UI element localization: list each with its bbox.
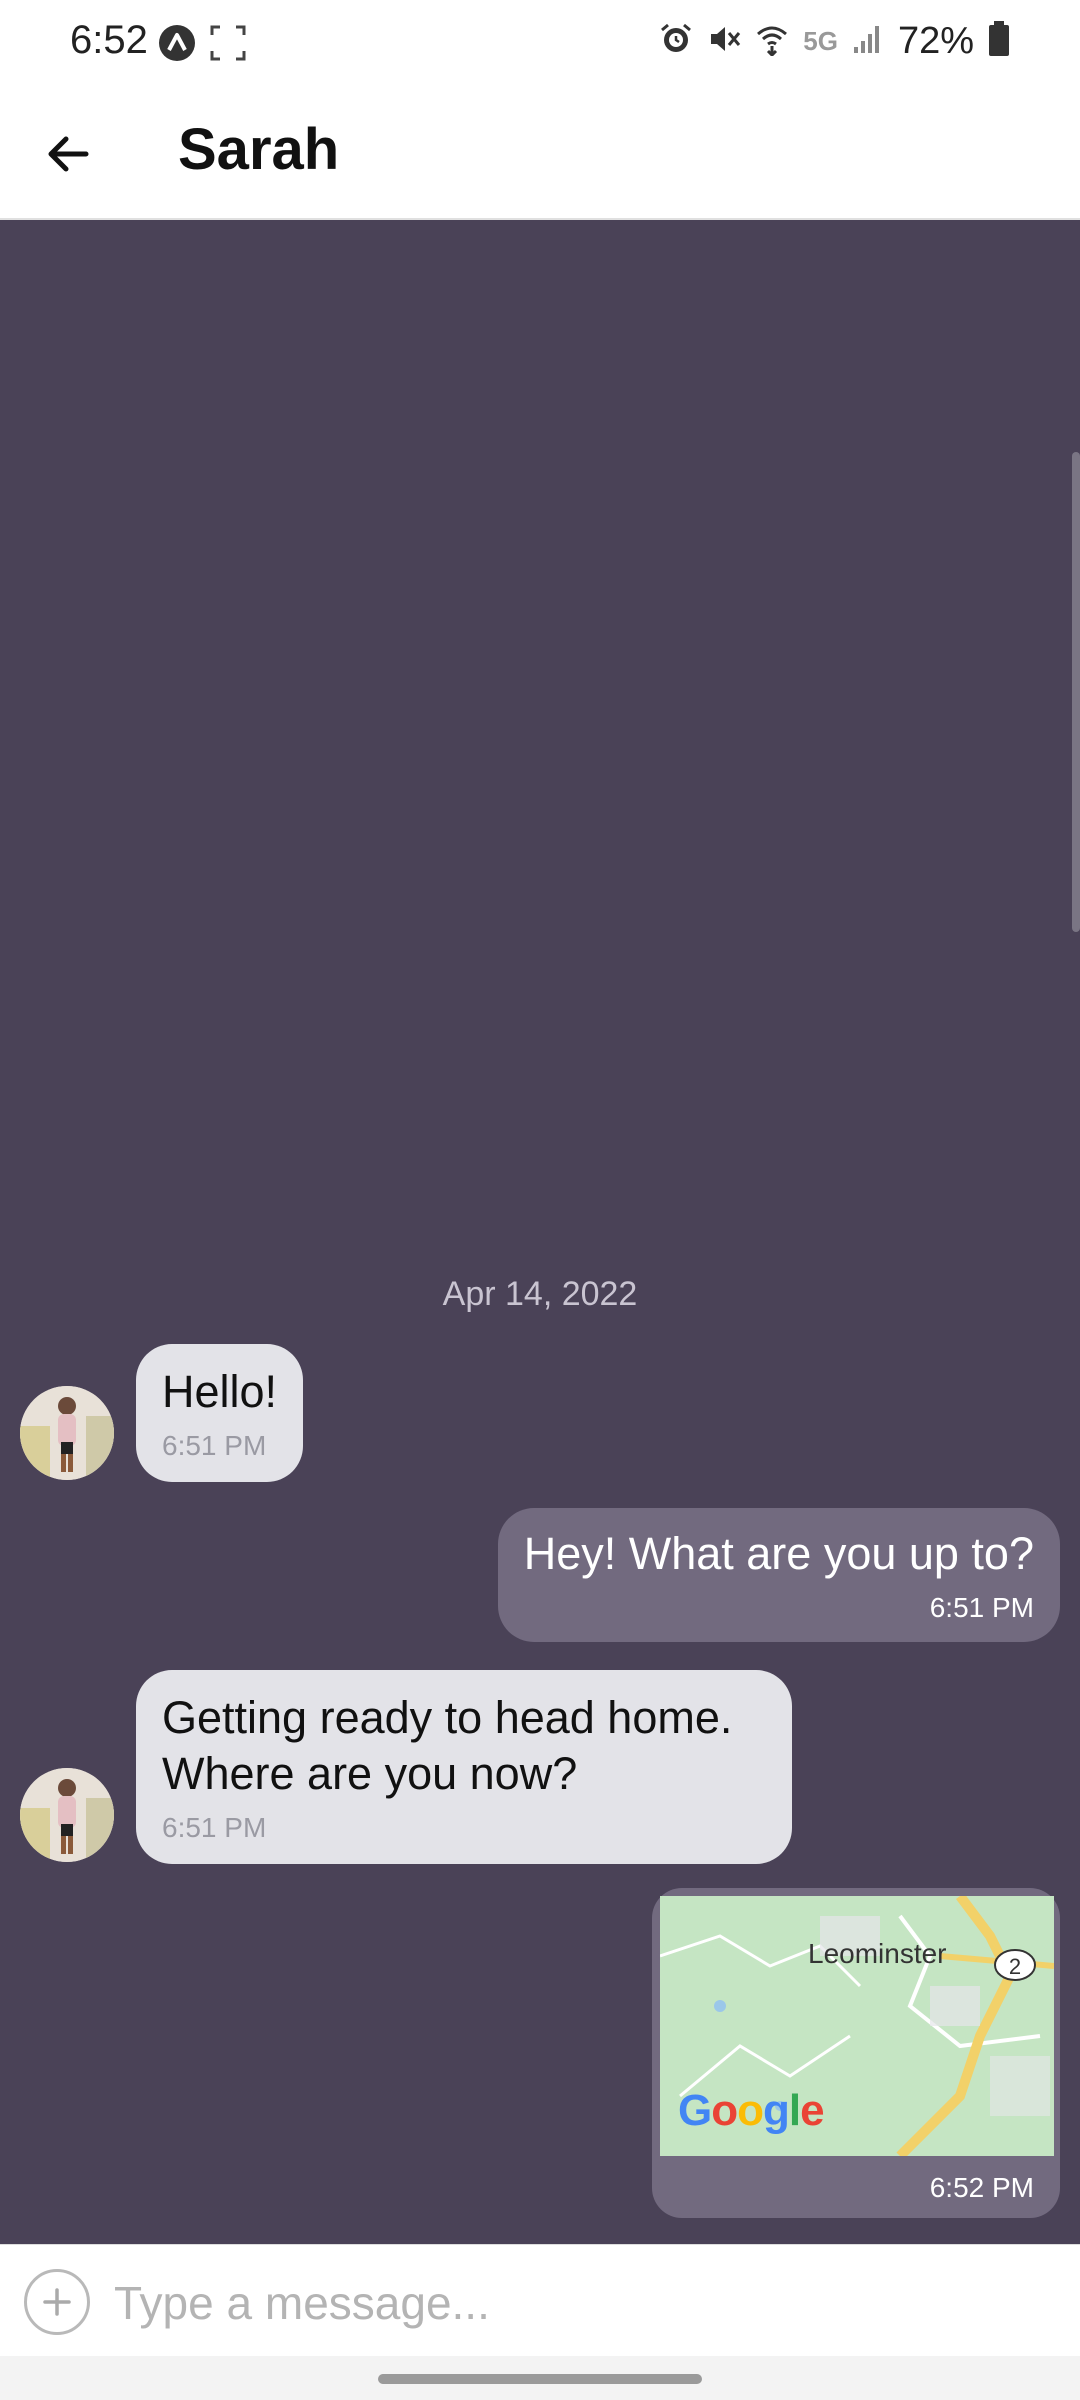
map-preview[interactable]: 2 Leominster Google [660, 1896, 1054, 2156]
status-bar: 6:52 5G 72% [0, 0, 1080, 88]
system-nav-bar [0, 2356, 1080, 2400]
mute-icon [707, 22, 741, 61]
message-time: 6:51 PM [162, 1430, 267, 1461]
app-a-icon [158, 24, 196, 67]
home-gesture-handle[interactable] [378, 2374, 702, 2384]
message-input-bar [0, 2244, 1080, 2357]
alarm-icon [659, 22, 693, 61]
message-time: 6:51 PM [162, 1812, 267, 1843]
message-bubble-incoming[interactable]: Hello! 6:51 PM [136, 1344, 304, 1482]
message-bubble-incoming[interactable]: Getting ready to head home. Where are yo… [136, 1670, 792, 1864]
date-separator: Apr 14, 2022 [442, 1275, 638, 1313]
message-text: Hello! [162, 1366, 278, 1417]
status-time: 6:52 [70, 18, 148, 62]
message-text: Hey! What are you up to? [523, 1528, 1034, 1579]
message-line: Where are you now? [162, 1748, 578, 1799]
message-line: Getting ready to head home. [162, 1692, 733, 1743]
google-logo: Google [678, 2086, 825, 2135]
scrollbar[interactable] [1072, 452, 1080, 932]
screenshot-frame-icon [210, 25, 246, 66]
message-bubble-outgoing[interactable]: Hey! What are you up to? 6:51 PM [497, 1508, 1060, 1642]
message-input[interactable] [112, 2267, 1016, 2339]
network-type: 5G [803, 26, 838, 56]
map-place-label: Leominster [808, 1938, 947, 1969]
app-bar: Sarah [0, 88, 1080, 220]
arrow-left-icon [48, 136, 89, 172]
avatar[interactable] [20, 1386, 114, 1480]
avatar[interactable] [20, 1768, 114, 1862]
conversation-title: Sarah [178, 117, 340, 182]
chat-area[interactable]: Apr 14, 2022 Hello! 6:51 PM Hey! What ar… [0, 220, 1080, 2244]
wifi-icon [755, 22, 789, 61]
route-badge: 2 [1009, 1954, 1021, 1979]
signal-icon [852, 23, 884, 60]
battery-percent: 72% [897, 20, 974, 62]
message-time: 6:51 PM [929, 1592, 1034, 1623]
battery-icon [988, 21, 1010, 62]
map-message-bubble[interactable]: 2 Leominster Google 6:52 PM [652, 1888, 1060, 2218]
back-button[interactable] [30, 116, 106, 192]
message-time: 6:52 PM [929, 2172, 1034, 2203]
plus-circle-icon [43, 2288, 71, 2316]
add-attachment-button[interactable] [24, 2269, 90, 2335]
